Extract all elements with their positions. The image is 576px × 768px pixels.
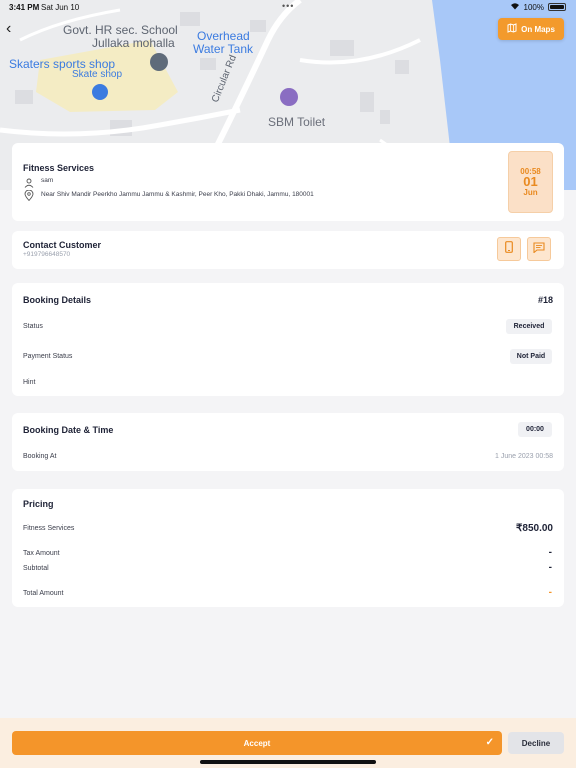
tax-amount-label: Tax Amount <box>23 550 60 557</box>
home-indicator[interactable] <box>200 760 376 764</box>
hint-label: Hint <box>23 379 36 386</box>
customer-address: Near Shiv Mandir Peerkho Jammu Jammu & K… <box>41 191 314 198</box>
decline-button[interactable]: Decline <box>508 732 564 754</box>
booking-id: #18 <box>537 295 553 305</box>
status-date: Sat Jun 10 <box>41 3 80 12</box>
chat-icon <box>533 240 545 258</box>
wifi-icon <box>510 2 520 12</box>
booking-time-badge: 00:00 <box>518 422 552 437</box>
payment-status-badge: Not Paid <box>510 349 552 364</box>
on-maps-label: On Maps <box>521 24 555 34</box>
call-button[interactable] <box>497 237 521 261</box>
map-label-toilet: SBM Toilet <box>268 115 326 129</box>
booking-at-value: 1 June 2023 00:58 <box>495 453 553 460</box>
booking-details-title: Booking Details <box>23 295 92 305</box>
accept-label: Accept <box>243 738 271 748</box>
pricing-card: Pricing Fitness Services ₹850.00 Tax Amo… <box>12 489 564 607</box>
check-icon: ✓ <box>485 737 494 748</box>
on-maps-button[interactable]: On Maps <box>498 18 564 40</box>
booking-datetime-title: Booking Date & Time <box>23 425 114 435</box>
status-bar: 3:41 PM Sat Jun 10 ••• 100% <box>0 0 576 14</box>
contact-phone: +919796648570 <box>23 251 71 258</box>
back-chevron-icon[interactable]: ‹ <box>6 20 22 40</box>
map-label-skate-shop: Skate shop <box>72 69 123 80</box>
contact-title: Contact Customer <box>23 240 102 250</box>
pricing-title: Pricing <box>23 499 54 509</box>
total-amount-label: Total Amount <box>23 590 64 597</box>
subtotal-value: - <box>548 562 552 573</box>
accept-button[interactable]: Accept ✓ <box>12 731 502 755</box>
map-label-school-area: Jullaka mohalla <box>92 36 175 50</box>
tax-amount-value: - <box>548 547 552 558</box>
booking-at-label: Booking At <box>23 453 57 460</box>
pricing-service-value: ₹850.00 <box>516 523 553 534</box>
service-title: Fitness Services <box>23 163 95 173</box>
booking-datetime-card: Booking Date & Time 00:00 Booking At 1 J… <box>12 413 564 471</box>
battery-icon <box>548 3 566 11</box>
badge-month: Jun <box>523 188 538 197</box>
payment-status-label: Payment Status <box>23 353 73 360</box>
badge-day: 01 <box>523 174 538 189</box>
subtotal-label: Subtotal <box>23 565 49 572</box>
total-amount-value: - <box>548 587 552 598</box>
status-badge: Received <box>506 319 552 334</box>
map-label-school: Govt. HR sec. School <box>63 23 178 37</box>
booking-details-card: Booking Details #18 Status Received Paym… <box>12 283 564 396</box>
pricing-service-label: Fitness Services <box>23 525 75 532</box>
map-label-tank: Overhead <box>197 29 250 43</box>
status-time: 3:41 PM <box>9 3 40 12</box>
booking-date-badge: 00:58 01 Jun <box>508 151 553 213</box>
battery-percent: 100% <box>523 2 544 12</box>
location-pin-icon <box>24 188 34 206</box>
customer-name: sam <box>41 177 54 184</box>
map-icon <box>507 23 517 35</box>
message-button[interactable] <box>527 237 551 261</box>
map-label-tank-2: Water Tank <box>193 42 254 56</box>
phone-icon <box>505 240 513 258</box>
contact-card: Contact Customer +919796648570 <box>12 231 564 269</box>
status-label: Status <box>23 323 43 330</box>
service-card: Fitness Services sam Near Shiv Mandir Pe… <box>12 143 564 221</box>
decline-label: Decline <box>521 738 551 748</box>
multitask-dots-icon[interactable]: ••• <box>282 1 294 11</box>
